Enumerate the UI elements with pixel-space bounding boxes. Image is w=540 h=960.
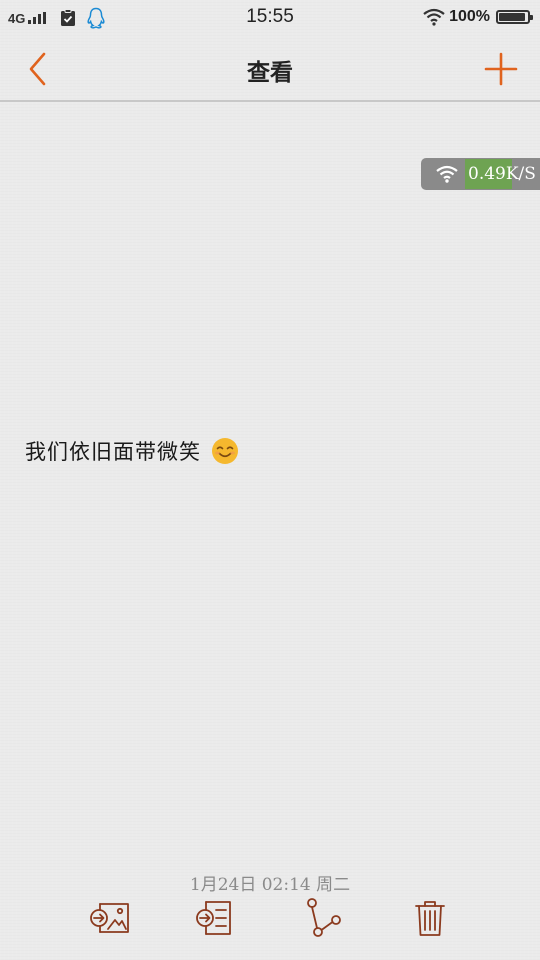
status-bar-right: 100% — [423, 7, 533, 27]
export-button[interactable] — [194, 896, 238, 940]
wifi-icon — [436, 165, 458, 183]
screen: 4G 15:55 100% 查看 0.49K/S 我们依旧面带微笑 1月24日 … — [0, 0, 540, 960]
speed-text-wrap: 0.49K/S — [465, 158, 539, 190]
share-icon — [307, 898, 341, 937]
note-body[interactable]: 我们依旧面带微笑 — [25, 436, 239, 466]
delete-button[interactable] — [408, 896, 452, 940]
insert-image-icon — [90, 903, 129, 933]
battery-percent: 100% — [449, 8, 490, 25]
status-bar: 4G 15:55 100% — [0, 0, 540, 36]
export-icon — [196, 901, 231, 935]
note-date: 1月24日 02:14 周二 — [189, 875, 351, 895]
insert-image-button[interactable] — [88, 896, 132, 940]
share-button[interactable] — [302, 896, 346, 940]
plus-icon — [484, 52, 518, 86]
note-text: 我们依旧面带微笑 — [25, 440, 201, 464]
network-speed-value: 0.49K/S — [468, 164, 536, 184]
wifi-icon — [423, 8, 445, 26]
battery-icon — [496, 10, 533, 24]
smiling-face-icon — [212, 438, 238, 464]
add-button[interactable] — [482, 50, 520, 88]
trash-icon — [415, 901, 445, 936]
top-bar: 查看 — [0, 36, 540, 102]
page-title: 查看 — [247, 59, 293, 86]
battery-fill — [499, 13, 525, 21]
